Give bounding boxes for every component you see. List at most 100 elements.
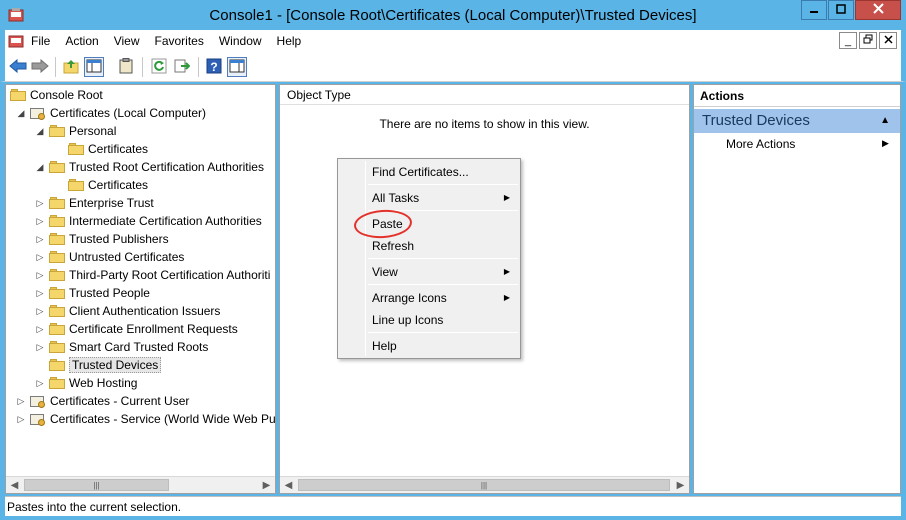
tree-item-label: Smart Card Trusted Roots (69, 340, 209, 354)
menu-item-find-certificates[interactable]: Find Certificates... (372, 162, 518, 182)
menu-item-refresh[interactable]: Refresh (372, 236, 518, 256)
tree-item-certificates-current-user[interactable]: ▷ Certificates - Current User (16, 392, 189, 410)
tree-item-label: Trusted Root Certification Authorities (69, 160, 264, 174)
scroll-right-arrow-icon[interactable]: ▶ (672, 477, 689, 493)
export-list-button[interactable] (116, 57, 136, 77)
collapse-up-icon[interactable]: ▲ (880, 109, 890, 133)
tree-item-console-root[interactable]: Console Root (10, 86, 103, 104)
folder-up-icon (63, 58, 79, 77)
scroll-right-arrow-icon[interactable]: ▶ (258, 477, 275, 493)
child-minimize-button[interactable]: _ (839, 32, 857, 49)
folder-icon (49, 323, 65, 335)
menu-help[interactable]: Help (277, 34, 302, 48)
results-horizontal-scrollbar[interactable]: ◀ ||| ▶ (280, 476, 689, 493)
show-hide-console-tree-button[interactable] (84, 57, 104, 77)
export-button[interactable] (172, 57, 192, 77)
tree-item-trusted-publishers[interactable]: ▷ Trusted Publishers (35, 230, 169, 248)
collapsed-triangle-icon[interactable]: ▷ (35, 198, 45, 208)
tree-item-personal[interactable]: ◢ Personal (35, 122, 117, 140)
tree-horizontal-scrollbar[interactable]: ◀ ||| ▶ (6, 476, 275, 493)
folder-icon (49, 269, 65, 281)
tree-item-trusted-devices[interactable]: Trusted Devices (35, 356, 162, 374)
collapsed-triangle-icon[interactable]: ▷ (35, 234, 45, 244)
console-tree-icon (86, 59, 102, 76)
tree-item-third-party-root-ca[interactable]: ▷ Third-Party Root Certification Authorit… (35, 266, 271, 284)
tree-item-client-authentication-issuers[interactable]: ▷ Client Authentication Issuers (35, 302, 221, 320)
collapsed-triangle-icon[interactable]: ▷ (16, 396, 26, 406)
actions-pane: Actions Trusted Devices ▲ More Actions ▶ (693, 84, 901, 494)
tree-item-label: Certificates - Current User (50, 394, 190, 408)
svg-text:?: ? (210, 60, 217, 74)
refresh-button[interactable] (149, 57, 169, 77)
menu-favorites[interactable]: Favorites (155, 34, 204, 48)
tree-item-certificate-enrollment-requests[interactable]: ▷ Certificate Enrollment Requests (35, 320, 238, 338)
tree-item-intermediate-ca[interactable]: ▷ Intermediate Certification Authorities (35, 212, 262, 230)
help-button[interactable]: ? (204, 57, 224, 77)
minimize-button[interactable] (801, 0, 827, 20)
menu-window[interactable]: Window (219, 34, 262, 48)
folder-icon (49, 287, 65, 299)
maximize-button[interactable] (828, 0, 854, 20)
menu-item-all-tasks[interactable]: All Tasks ▶ (372, 188, 518, 208)
tree-item-label: Intermediate Certification Authorities (69, 214, 262, 228)
menu-view[interactable]: View (114, 34, 140, 48)
show-hide-action-pane-button[interactable] (227, 57, 247, 77)
tree-item-enterprise-trust[interactable]: ▷ Enterprise Trust (35, 194, 154, 212)
tree-item-certificates-service[interactable]: ▷ Certificates - Service (World Wide Web … (16, 410, 275, 428)
maximize-icon (836, 3, 846, 17)
collapsed-triangle-icon[interactable]: ▷ (35, 288, 45, 298)
expanded-triangle-icon[interactable]: ◢ (35, 126, 45, 136)
child-restore-button[interactable] (859, 32, 877, 49)
menu-item-arrange-icons[interactable]: Arrange Icons ▶ (372, 288, 518, 308)
menu-item-help[interactable]: Help (372, 336, 518, 356)
menu-bar: File Action View Favorites Window Help _ (0, 30, 906, 52)
collapsed-triangle-icon[interactable]: ▷ (35, 216, 45, 226)
menu-file[interactable]: File (31, 34, 50, 48)
tree-item-trusted-people[interactable]: ▷ Trusted People (35, 284, 150, 302)
tree-item-label: Web Hosting (69, 376, 138, 390)
collapsed-triangle-icon[interactable]: ▷ (16, 414, 26, 424)
folder-icon (49, 341, 65, 353)
scroll-left-arrow-icon[interactable]: ◀ (280, 477, 297, 493)
menu-action[interactable]: Action (65, 34, 98, 48)
folder-icon (49, 305, 65, 317)
collapsed-triangle-icon[interactable]: ▷ (35, 324, 45, 334)
tree-item-web-hosting[interactable]: ▷ Web Hosting (35, 374, 138, 392)
expanded-triangle-icon[interactable]: ◢ (35, 162, 45, 172)
tree-item-untrusted-certificates[interactable]: ▷ Untrusted Certificates (35, 248, 185, 266)
tree-item-certificates-local-computer[interactable]: ◢ Certificates (Local Computer) (16, 104, 206, 122)
menu-item-label: View (372, 265, 398, 279)
submenu-arrow-icon: ▶ (882, 138, 889, 148)
more-actions-item[interactable]: More Actions ▶ (726, 137, 889, 151)
collapsed-triangle-icon[interactable]: ▷ (35, 252, 45, 262)
tree-item-smart-card-trusted-roots[interactable]: ▷ Smart Card Trusted Roots (35, 338, 209, 356)
forward-button[interactable] (30, 57, 50, 77)
back-arrow-icon (9, 58, 27, 76)
scroll-thumb[interactable]: ||| (24, 479, 169, 491)
scroll-thumb[interactable]: ||| (298, 479, 670, 491)
tree-item-label: Certificates (88, 142, 149, 156)
folder-icon (49, 377, 65, 389)
back-button[interactable] (8, 57, 28, 77)
tree-item-trusted-root-ca[interactable]: ◢ Trusted Root Certification Authorities (35, 158, 264, 176)
console-doc-icon[interactable] (8, 33, 24, 52)
close-button[interactable] (855, 0, 901, 20)
folder-icon (49, 197, 65, 209)
collapsed-triangle-icon[interactable]: ▷ (35, 306, 45, 316)
tree-item-trusted-root-certificates[interactable]: Certificates (54, 176, 148, 194)
tree-item-personal-certificates[interactable]: Certificates (54, 140, 148, 158)
actions-section-trusted-devices[interactable]: Trusted Devices ▲ (694, 109, 900, 133)
tree-item-label: Personal (69, 124, 117, 138)
child-close-button[interactable] (879, 32, 897, 49)
collapsed-triangle-icon[interactable]: ▷ (35, 342, 45, 352)
collapsed-triangle-icon[interactable]: ▷ (35, 378, 45, 388)
scroll-left-arrow-icon[interactable]: ◀ (6, 477, 23, 493)
menu-item-line-up-icons[interactable]: Line up Icons (372, 310, 518, 330)
expanded-triangle-icon[interactable]: ◢ (16, 108, 26, 118)
collapsed-triangle-icon[interactable]: ▷ (35, 270, 45, 280)
up-one-level-button[interactable] (61, 57, 81, 77)
column-header-object-type[interactable]: Object Type (280, 85, 689, 105)
menu-item-view[interactable]: View ▶ (372, 262, 518, 282)
